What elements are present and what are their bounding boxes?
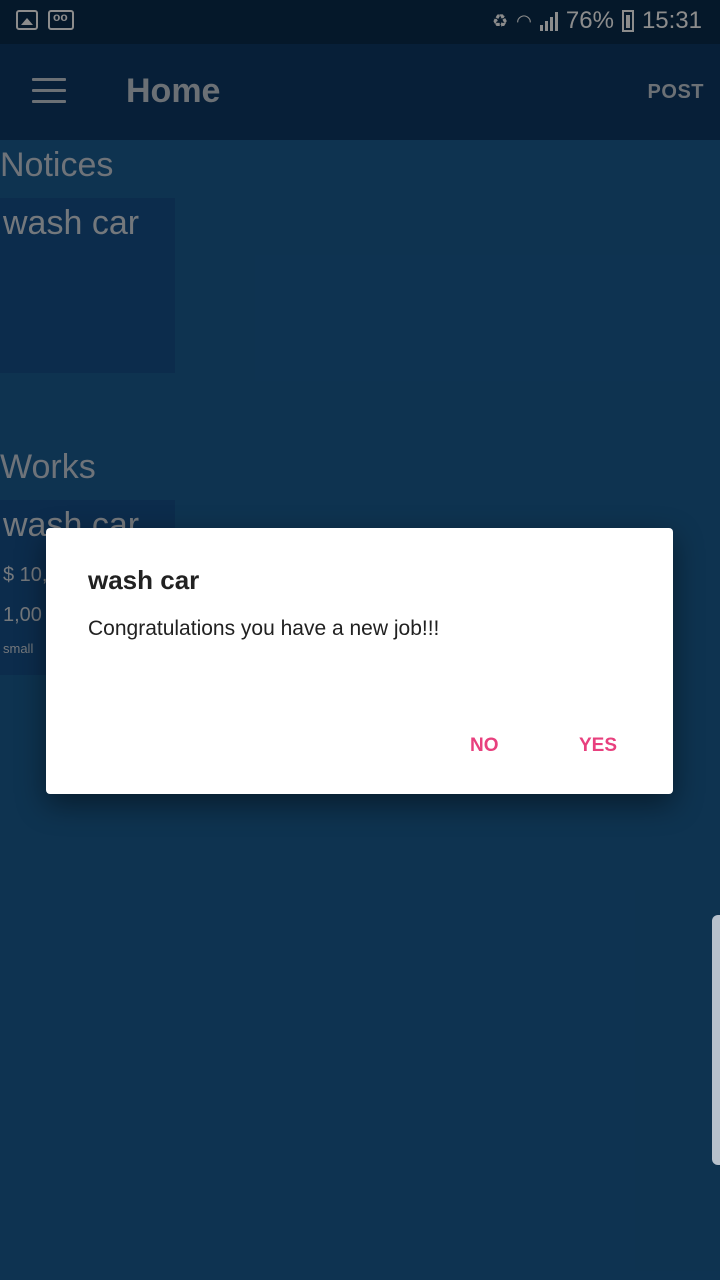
- alert-dialog: wash car Congratulations you have a new …: [46, 528, 673, 794]
- screen: ♻ ◠ 76% 15:31 Home POST Notices wash car…: [0, 0, 720, 1280]
- scroll-handle[interactable]: [712, 915, 720, 1165]
- dialog-title: wash car: [88, 565, 200, 595]
- no-button[interactable]: NO: [470, 735, 499, 757]
- yes-button[interactable]: YES: [579, 735, 617, 757]
- dialog-message: Congratulations you have a new job!!!: [88, 617, 440, 640]
